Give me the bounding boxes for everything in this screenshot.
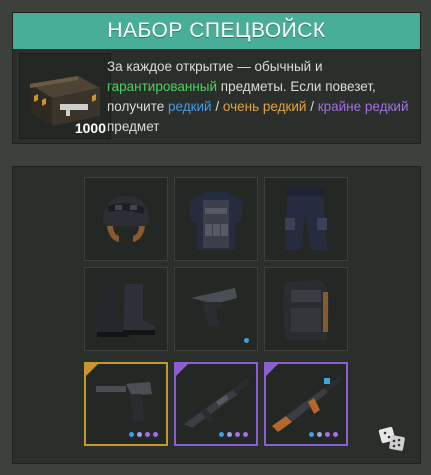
combat-boots-icon — [97, 284, 155, 337]
rarity-dot — [227, 432, 232, 437]
item-tile-helmet[interactable] — [84, 177, 168, 261]
crate-thumbnail: 1000 — [19, 53, 111, 139]
very-rare-label: очень редкий — [222, 99, 307, 114]
item-tile-boots[interactable] — [84, 267, 168, 351]
cargo-pants-icon — [285, 188, 327, 250]
rarity-corner — [266, 364, 278, 376]
crate-title: НАБОР СПЕЦВОЙСК — [13, 13, 420, 49]
desc-separator-1: / — [211, 99, 223, 114]
rarity-dot — [243, 432, 248, 437]
rarity-dots — [244, 338, 249, 343]
item-tile-vest[interactable] — [174, 177, 258, 261]
dice-icon[interactable] — [378, 424, 408, 454]
tactical-vest-icon — [189, 192, 243, 250]
item-tile-pistol[interactable] — [174, 267, 258, 351]
rarity-corner — [176, 364, 188, 376]
rarity-dot — [317, 432, 322, 437]
item-tile-silenced-pistol[interactable] — [84, 362, 168, 446]
rarity-dot — [325, 432, 330, 437]
guaranteed-label: гарантированный — [107, 79, 218, 94]
rarity-dot — [129, 432, 134, 437]
rarity-dots — [309, 432, 338, 437]
crate-info-panel: НАБОР СПЕЦВОЙСК 1000 За каждое открытие … — [12, 12, 421, 144]
rarity-dot — [309, 432, 314, 437]
extremely-rare-label: крайне редкий — [317, 99, 409, 114]
crate-description: За каждое открытие — обычный и гарантиро… — [107, 57, 417, 137]
desc-separator-2: / — [306, 99, 318, 114]
helmet-icon — [103, 196, 149, 242]
rarity-corner — [86, 364, 98, 376]
backpack-icon — [283, 280, 330, 340]
rarity-dot — [145, 432, 150, 437]
rarity-dot — [219, 432, 224, 437]
crate-price: 1000 — [74, 120, 106, 136]
rarity-dot — [244, 338, 249, 343]
items-grid-panel — [12, 166, 421, 464]
desc-text-3: предмет — [107, 119, 160, 134]
item-tile-pants[interactable] — [264, 177, 348, 261]
item-tile-backpack[interactable] — [264, 267, 348, 351]
rarity-dot — [153, 432, 158, 437]
rarity-dots — [129, 432, 158, 437]
item-tile-ak-rifle[interactable] — [264, 362, 348, 446]
rare-label: редкий — [168, 99, 212, 114]
desc-text-1: За каждое открытие — обычный и — [107, 59, 323, 74]
rarity-dot — [333, 432, 338, 437]
rarity-dot — [137, 432, 142, 437]
rarity-dot — [235, 432, 240, 437]
rarity-dots — [219, 432, 248, 437]
item-tile-assault-rifle[interactable] — [174, 362, 258, 446]
